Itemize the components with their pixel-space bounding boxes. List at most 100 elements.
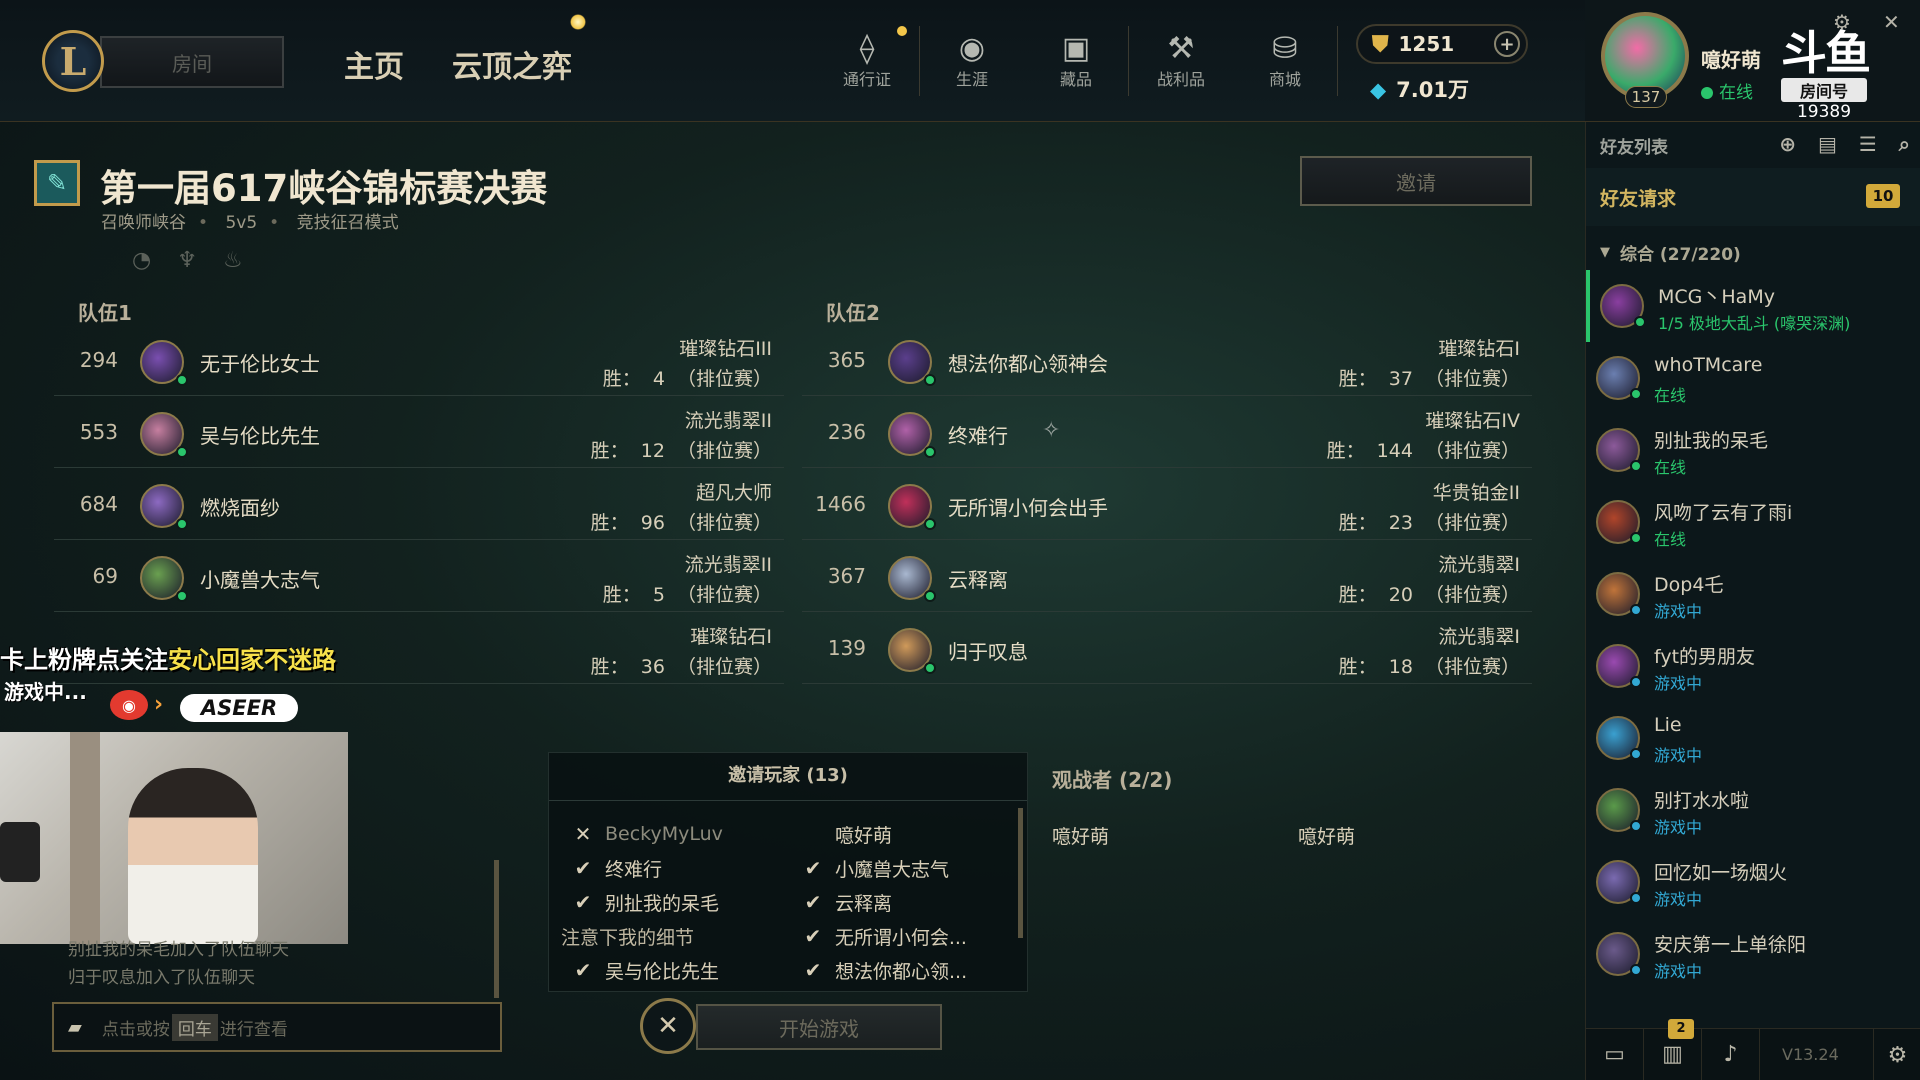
invite-scrollbar[interactable] [1018, 808, 1023, 938]
invite-entry[interactable]: 注意下我的细节 [517, 919, 791, 953]
nav-collection[interactable]: ▣ 藏品 [1024, 26, 1128, 96]
friend-name: Lie [1654, 714, 1682, 736]
team1-player-row[interactable]: 553 吴与伦比先生 流光翡翠II 胜： 12 （排位赛） [54, 396, 784, 468]
invite-entry[interactable]: ✕ BeckyMyLuv [561, 817, 791, 851]
invite-entry[interactable]: ✔ 无所谓小何会... [791, 919, 1021, 953]
invite-panel-header: 邀请玩家 (13) [549, 753, 1027, 801]
lobby-badges: ◔ ♆ ♨ [132, 248, 243, 273]
list-view-icon[interactable]: ☰ [1859, 132, 1877, 156]
chat-input[interactable]: ▰ 点击或按 回车 进行查看 [52, 1002, 502, 1052]
spectator-name[interactable]: 噫好萌 [1052, 822, 1109, 849]
league-logo-icon[interactable]: L [42, 30, 104, 92]
friend-status: 在线 [1654, 458, 1687, 477]
sparkle-decoration [570, 14, 586, 30]
invite-player-name: 终难行 [605, 858, 663, 881]
caret-down-icon: ▼ [1600, 244, 1610, 260]
friend-list-item[interactable]: Dop4乇 游戏中 [1586, 558, 1920, 630]
nav-profile-label: 生涯 [955, 70, 988, 89]
nav-profile[interactable]: ◉ 生涯 [920, 26, 1024, 96]
friend-group-header[interactable]: ▼ 综合 (27/220) [1586, 234, 1920, 270]
friend-list-item[interactable]: 风吻了云有了雨i 在线 [1586, 486, 1920, 558]
player-name: 无于伦比女士 [200, 352, 320, 376]
player-name: 无所谓小何会出手 [948, 496, 1108, 520]
add-friend-icon[interactable]: ⊕ [1779, 132, 1796, 156]
player-rank: 流光翡翠I [1438, 554, 1520, 576]
friend-requests-label: 好友请求 [1600, 187, 1677, 210]
custom-game-icon: ✎ [34, 160, 80, 206]
friend-list-item[interactable]: MCG丶HaMy 1/5 极地大乱斗 (嚎哭深渊) [1586, 270, 1920, 342]
online-dot-icon [924, 446, 936, 458]
player-wins: 胜： 96 （排位赛） [590, 512, 772, 534]
team1-player-row[interactable]: 69 小魔兽大志气 流光翡翠II 胜： 5 （排位赛） [54, 540, 784, 612]
invite-row: ✔ 别扯我的呆毛 ✔ 云释离 [561, 885, 1021, 919]
team1-player-row[interactable]: 294 无于伦比女士 璀璨钻石III 胜： 4 （排位赛） [54, 324, 784, 396]
friend-list-item[interactable]: 回忆如一场烟火 游戏中 [1586, 846, 1920, 918]
nav-store[interactable]: ⛁ 商城 [1233, 26, 1337, 96]
chat-scrollbar[interactable] [494, 860, 499, 998]
chat-log: 别扯我的呆毛加入了队伍聊天 归于叹息加入了队伍聊天 [68, 936, 289, 992]
team2-player-row[interactable]: 367 云释离 流光翡翠I 胜： 20 （排位赛） [802, 540, 1532, 612]
team1-player-row[interactable]: 684 燃烧面纱 超凡大师 胜： 96 （排位赛） [54, 468, 784, 540]
add-rp-button[interactable]: + [1494, 31, 1520, 57]
nav-loot[interactable]: ⚒ 战利品 [1129, 26, 1233, 96]
online-dot-icon [1701, 87, 1713, 99]
team1-list: 294 无于伦比女士 璀璨钻石III 胜： 4 （排位赛） 553 吴与伦比先生… [54, 324, 784, 684]
missions-badge: 2 [1668, 1018, 1694, 1039]
friend-list-item[interactable]: Lie 游戏中 [1586, 702, 1920, 774]
player-rank: 璀璨钻石I [1438, 338, 1520, 360]
invite-entry[interactable]: ✔ 想法你都心领... [791, 953, 1021, 987]
chat-icon[interactable]: ▭ [1586, 1028, 1644, 1080]
voice-mic-icon[interactable]: ♪ [1702, 1028, 1760, 1080]
nav-tft[interactable]: 云顶之弈 [452, 42, 572, 86]
friend-status-dot-icon [1630, 748, 1642, 760]
friend-list-item[interactable]: 别扯我的呆毛 在线 [1586, 414, 1920, 486]
spectator-name[interactable]: 噫好萌 [1298, 822, 1355, 849]
team2-player-row[interactable]: 236 终难行 ✧ 璀璨钻石IV 胜： 144 （排位赛） [802, 396, 1532, 468]
player-status[interactable]: 在线 [1701, 78, 1753, 103]
team2-player-row[interactable]: 139 归于叹息 流光翡翠I 胜： 18 （排位赛） [802, 612, 1532, 684]
help-settings-icon[interactable]: ⚙ [1873, 1029, 1920, 1080]
player-rank: 流光翡翠II [684, 410, 772, 432]
team2-player-row[interactable]: 365 想法你都心领神会 璀璨钻石I 胜： 37 （排位赛） [802, 324, 1532, 396]
room-button[interactable]: 房间 [100, 36, 284, 88]
invite-entry[interactable]: 噫好萌 [791, 817, 1021, 851]
nav-home[interactable]: 主页 [344, 42, 404, 86]
friend-name: 别打水水啦 [1654, 790, 1750, 812]
invite-entry[interactable]: ✔ 云释离 [791, 885, 1021, 919]
start-game-button[interactable]: 开始游戏 [696, 1004, 942, 1050]
spectators-title: 观战者 (2/2) [1052, 768, 1173, 792]
rp-balance[interactable]: ⛊ 1251 + [1356, 24, 1528, 64]
friend-list-item[interactable]: 别打水水啦 游戏中 [1586, 774, 1920, 846]
friend-list-item[interactable]: 安庆第一上单徐阳 游戏中 [1586, 918, 1920, 990]
lobby-map: 召唤师峡谷 [101, 213, 186, 233]
friend-list-item[interactable]: fyt的男朋友 游戏中 [1586, 630, 1920, 702]
invite-entry[interactable]: ✔ 别扯我的呆毛 [561, 885, 791, 919]
invite-entry[interactable]: ✔ 终难行 [561, 851, 791, 885]
friend-status-dot-icon [1630, 532, 1642, 544]
invite-entry[interactable]: ✔ 小魔兽大志气 [791, 851, 1021, 885]
search-icon[interactable]: ⌕ [1899, 132, 1910, 156]
friend-requests[interactable]: 好友请求 10 [1586, 168, 1920, 226]
leave-lobby-close-icon[interactable]: ✕ [640, 998, 696, 1054]
player-name: 小魔兽大志气 [200, 568, 320, 592]
nav-pass[interactable]: ⟠ 通行证 [815, 26, 919, 96]
nav-store-label: 商城 [1268, 70, 1301, 89]
friend-name: 别扯我的呆毛 [1654, 430, 1769, 452]
lobby-subtitle: 召唤师峡谷 • 5v5 • 竞技征召模式 [101, 213, 399, 233]
close-icon[interactable]: ✕ [1883, 10, 1900, 34]
add-folder-icon[interactable]: ▤ [1818, 132, 1837, 156]
invite-entry[interactable]: ✔ 吴与伦比先生 [561, 953, 791, 987]
friends-panel-title: 好友列表 [1600, 137, 1668, 158]
settings-gear-icon[interactable]: ⚙ [1833, 10, 1851, 34]
player-level: 367 [827, 564, 866, 588]
missions-icon[interactable]: ▥ 2 [1644, 1018, 1702, 1080]
friend-list-item[interactable]: whoTMcare 在线 [1586, 342, 1920, 414]
accepted-check-icon: ✔ [804, 958, 822, 982]
player-name: 终难行 [948, 424, 1008, 448]
player-level: 1466 [815, 492, 866, 516]
player-name: 燃烧面纱 [200, 496, 280, 520]
team2-player-row[interactable]: 1466 无所谓小何会出手 华贵铂金II 胜： 23 （排位赛） [802, 468, 1532, 540]
team1-label: 队伍1 [78, 301, 132, 325]
invite-button[interactable]: 邀请 [1300, 156, 1532, 206]
chevron-right-icon: › [154, 692, 164, 717]
